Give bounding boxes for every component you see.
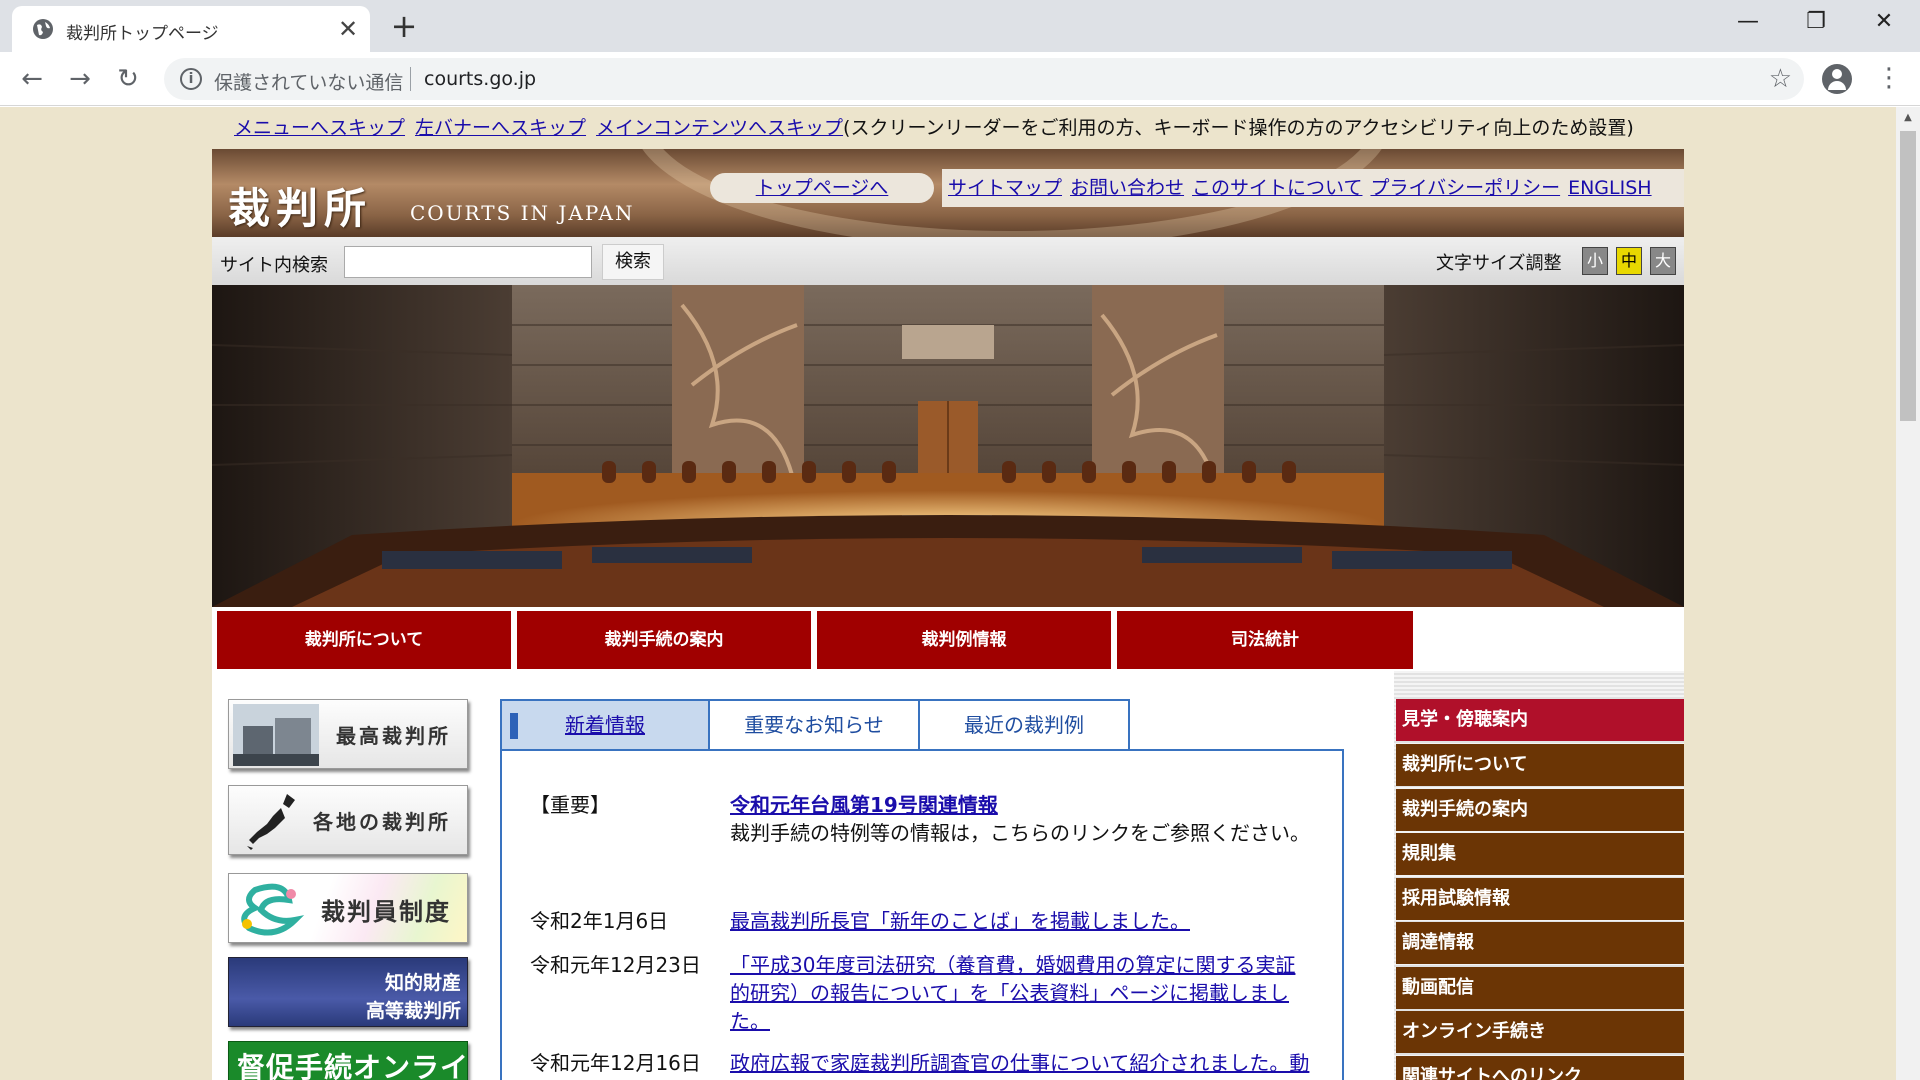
right-menu: 見学・傍聴案内 裁判所について 裁判手続の案内 規則集 採用試験情報 調達情報 … [1394,671,1684,1080]
news-date: 令和元年12月16日 [530,1051,701,1075]
saibanin-logo-icon [241,883,305,936]
nav-case-law[interactable]: 裁判例情報 [817,611,1111,669]
news-date: 【重要】 [530,793,610,817]
nav-about-courts[interactable]: 裁判所について [217,611,511,669]
info-icon[interactable]: i [180,68,202,90]
tab-important-notices[interactable]: 重要なお知らせ [708,699,920,751]
right-menu-procurement[interactable]: 調達情報 [1396,922,1684,964]
right-menu-related-sites[interactable]: 関連サイトへのリンク [1396,1056,1684,1080]
nav-court-procedures[interactable]: 裁判手続の案内 [517,611,811,669]
browser-tabstrip: 裁判所トップページ ✕ + — ❐ ✕ [0,0,1920,52]
site-header: 裁判所 COURTS IN JAPAN トップページへ サイトマップ お問い合わせ… [212,149,1684,237]
bookmark-star-icon[interactable]: ☆ [1769,64,1792,94]
skip-to-menu-link[interactable]: メニューへスキップ [234,117,405,139]
skip-links: メニューへスキップ 左バナーへスキップ メインコンテンツへスキップ(スクリーンリーダ… [234,113,1634,140]
page-scrollbar[interactable]: ▲ [1896,107,1920,1080]
banner-local-courts-label: 各地の裁判所 [313,810,451,834]
header-links: サイトマップ お問い合わせ このサイトについて プライバシーポリシー ENGLISH [942,169,1684,207]
skip-links-note: (スクリーンリーダーをご利用の方、キーボード操作の方のアクセシビリティ向上のため… [843,117,1634,139]
tab-title: 裁判所トップページ [66,24,219,44]
omnibox-divider [410,67,411,91]
minimize-button[interactable]: — [1714,0,1782,44]
site-logo[interactable]: 裁判所 [228,175,372,236]
font-size-label: 文字サイズ調整 [1436,253,1562,274]
font-size-medium-button[interactable]: 中 [1616,247,1642,275]
tab-recent-cases[interactable]: 最近の裁判例 [918,699,1130,751]
news-item: 令和元年台風第19号関連情報 裁判手続の特例等の情報は，こちらのリンクをご参照く… [730,791,1310,847]
news-date: 令和元年12月23日 [530,953,701,977]
banner-supreme-court[interactable]: 最高裁判所 [228,699,468,769]
search-label: サイト内検索 [220,255,328,276]
search-input[interactable] [344,246,592,278]
banner-ip-line1: 知的財産 [384,972,461,994]
news-panel: 【重要】 令和元年台風第19号関連情報 裁判手続の特例等の情報は，こちらのリンク… [500,749,1344,1080]
url-text[interactable]: courts.go.jp [424,68,536,90]
banner-ip-high-court[interactable]: 知的財産 高等裁判所 [228,957,468,1027]
site-logo-english: COURTS IN JAPAN [410,201,635,225]
privacy-policy-link[interactable]: プライバシーポリシー [1370,177,1560,199]
skip-to-left-banner-link[interactable]: 左バナーへスキップ [415,117,586,139]
font-size-large-button[interactable]: 大 [1650,247,1676,275]
new-tab-button[interactable]: + [386,8,422,44]
right-menu-recruitment[interactable]: 採用試験情報 [1396,878,1684,920]
banner-online-label: 督促手続オンライン [237,1051,468,1080]
right-menu-about-courts[interactable]: 裁判所について [1396,744,1684,786]
supreme-court-building-icon [233,704,319,766]
browser-toolbar: ← → ↻ i 保護されていない通信 courts.go.jp ☆ ⋮ [0,52,1920,106]
banner-online-dunning[interactable]: 督促手続オンライン [228,1041,468,1080]
restore-button[interactable]: ❐ [1782,0,1850,44]
security-status: 保護されていない通信 [214,72,404,94]
banner-saibanin-system[interactable]: 裁判員制度 [228,873,468,943]
contact-link[interactable]: お問い合わせ [1070,177,1184,199]
top-page-link[interactable]: トップページへ [710,173,934,203]
banner-local-courts[interactable]: 各地の裁判所 [228,785,468,855]
close-tab-icon[interactable]: ✕ [334,15,362,43]
tab-new-information[interactable]: 新着情報 [500,699,710,751]
right-menu-court-procedures[interactable]: 裁判手続の案内 [1396,789,1684,831]
close-window-button[interactable]: ✕ [1850,0,1918,44]
japan-map-icon [247,794,295,850]
skip-to-main-content-link[interactable]: メインコンテンツへスキップ [596,117,843,139]
sitemap-link[interactable]: サイトマップ [948,177,1062,199]
english-link[interactable]: ENGLISH [1568,177,1651,199]
globe-icon [33,19,53,39]
forward-arrow-icon[interactable]: → [62,61,98,97]
page-viewport: メニューへスキップ 左バナーへスキップ メインコンテンツへスキップ(スクリーンリーダ… [0,107,1896,1080]
banner-ip-line2: 高等裁判所 [365,1000,461,1022]
main-navigation: 裁判所について 裁判手続の案内 裁判例情報 司法統計 [212,607,1684,671]
browser-tab[interactable]: 裁判所トップページ ✕ [12,6,370,52]
back-arrow-icon[interactable]: ← [14,61,50,97]
news-item: 最高裁判所長官「新年のことば」を掲載しました。 [730,907,1310,935]
scroll-up-arrow-icon[interactable]: ▲ [1896,107,1920,129]
news-link[interactable]: 最高裁判所長官「新年のことば」を掲載しました。 [730,909,1190,933]
news-link[interactable]: 政府広報で家庭裁判所調査官の仕事について紹介されました。動画でご覧いただけます。 [730,1051,1309,1080]
browser-menu-icon[interactable]: ⋮ [1876,62,1902,94]
right-menu-tour-and-hearing[interactable]: 見学・傍聴案内 [1396,699,1684,741]
news-text: 裁判手続の特例等の情報は，こちらのリンクをご参照ください。 [730,821,1310,845]
right-menu-rules[interactable]: 規則集 [1396,833,1684,875]
nav-judicial-statistics[interactable]: 司法統計 [1117,611,1413,669]
courtroom-hero-image [212,285,1684,607]
scrollbar-thumb[interactable] [1900,131,1916,421]
banner-supreme-court-label: 最高裁判所 [336,724,451,748]
banner-saibanin-label: 裁判員制度 [321,898,451,926]
search-bar: サイト内検索 検索 文字サイズ調整 小 中 大 [212,237,1684,285]
news-item: 「平成30年度司法研究（養育費，婚姻費用の算定に関する実証的研究）の報告について… [730,951,1310,1035]
news-link[interactable]: 「平成30年度司法研究（養育費，婚姻費用の算定に関する実証的研究）の報告について… [730,953,1295,1033]
about-site-link[interactable]: このサイトについて [1192,177,1362,199]
site-container: 裁判所 COURTS IN JAPAN トップページへ サイトマップ お問い合わせ… [212,149,1684,1080]
news-item: 政府広報で家庭裁判所調査官の仕事について紹介されました。動画でご覧いただけます。 [730,1049,1310,1080]
right-menu-video[interactable]: 動画配信 [1396,967,1684,1009]
right-menu-online-procedures[interactable]: オンライン手続き [1396,1011,1684,1053]
search-button[interactable]: 検索 [602,244,664,280]
news-link[interactable]: 令和元年台風第19号関連情報 [730,793,998,817]
profile-avatar-icon[interactable] [1822,64,1852,94]
font-size-small-button[interactable]: 小 [1582,247,1608,275]
news-date: 令和2年1月6日 [530,909,669,933]
address-bar[interactable]: i 保護されていない通信 courts.go.jp ☆ [164,58,1804,100]
reload-icon[interactable]: ↻ [110,61,146,97]
